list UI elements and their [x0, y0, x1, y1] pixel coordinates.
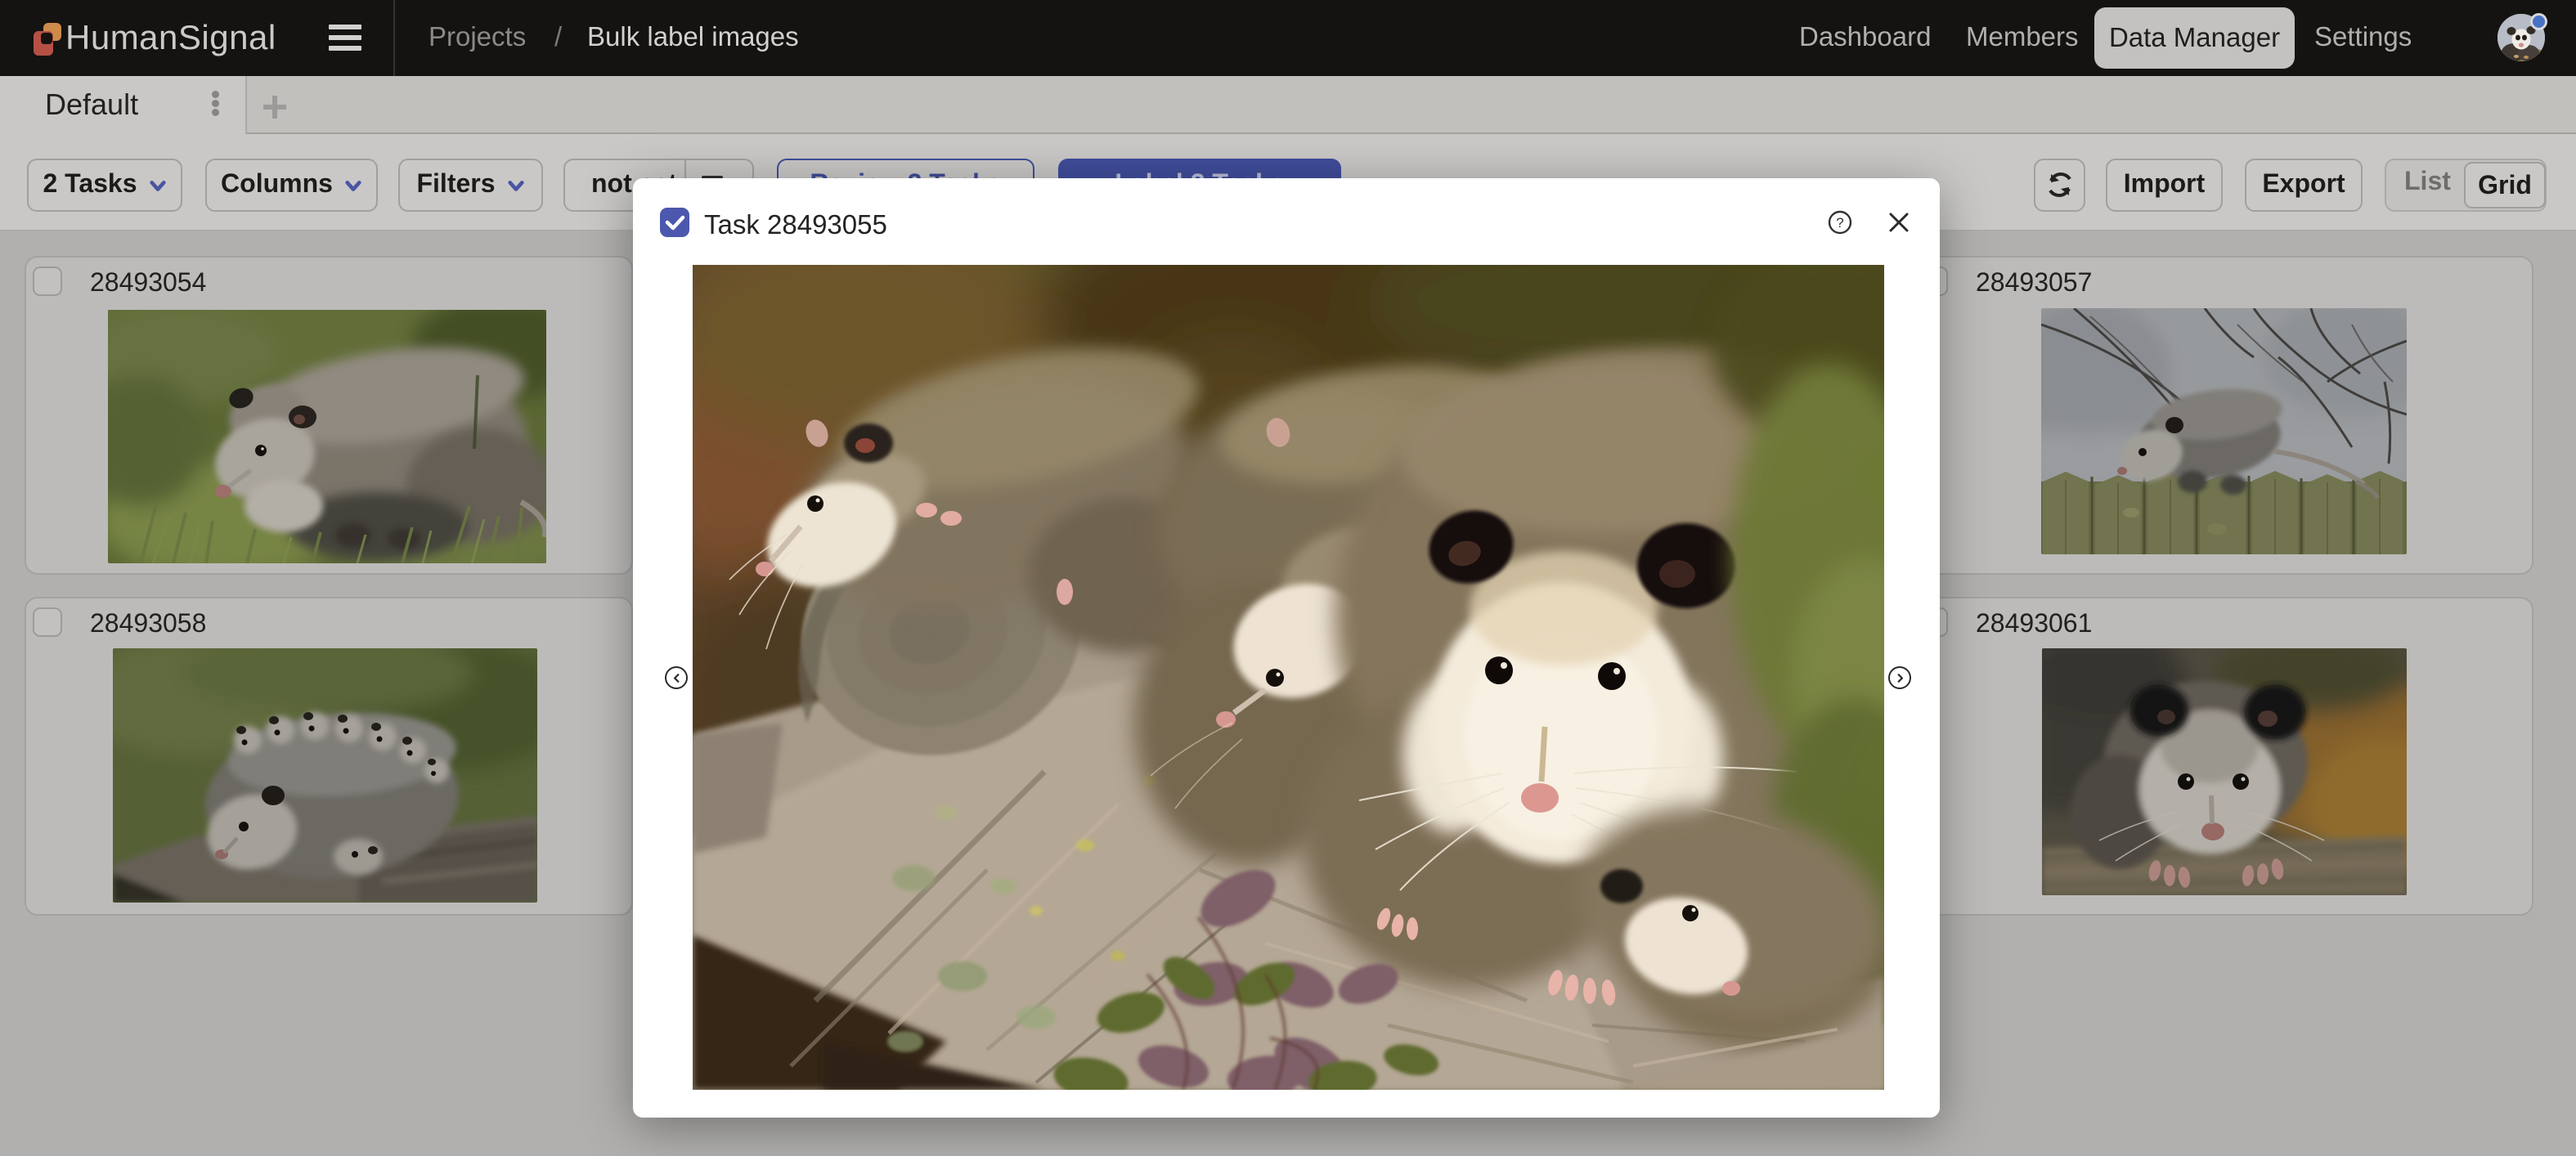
svg-text:?: ?: [1836, 215, 1843, 231]
